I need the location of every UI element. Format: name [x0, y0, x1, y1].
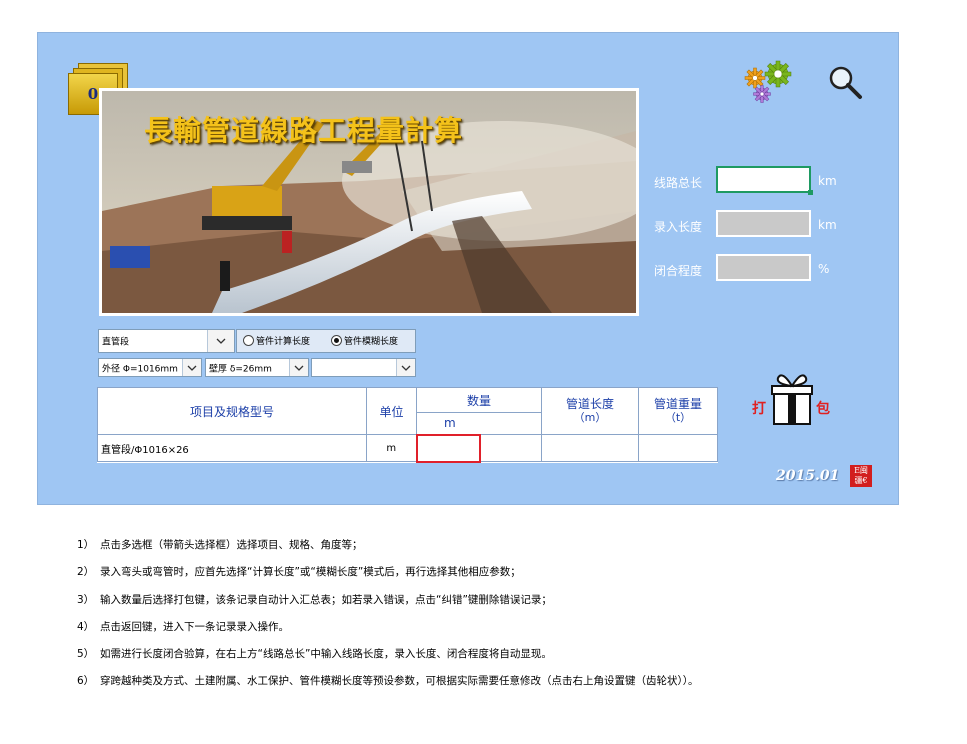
entered-length-field — [716, 210, 811, 237]
header-length: 管道长度 （m） — [541, 387, 639, 435]
instruction-number: 3） — [77, 593, 95, 606]
total-length-label: 线路总长 — [654, 176, 703, 190]
instruction-text: 点击返回键，进入下一条记录录入操作。 — [100, 620, 289, 633]
instructions-list: 1） 点击多选框（带箭头选择框）选择项目、规格、角度等； 2） 录入弯头或弯管时，应… — [77, 537, 699, 701]
brand-logo: E闽 疆€ — [850, 465, 872, 487]
logo-text-bottom: 疆€ — [854, 476, 868, 485]
row-weight — [638, 434, 718, 462]
chevron-down-icon[interactable] — [289, 359, 308, 376]
settings-gear-icon[interactable] — [744, 60, 794, 104]
magnifier-icon[interactable] — [828, 65, 864, 101]
total-length-input[interactable] — [716, 166, 813, 195]
radio-label: 管件模糊长度 — [344, 337, 399, 347]
instruction-text: 输入数量后选择打包键，该条记录自动计入汇总表；如若录入错误，点击“纠错”键删除错… — [100, 593, 552, 606]
header-length-unit: （m） — [573, 411, 607, 424]
instruction-item: 1） 点击多选框（带箭头选择框）选择项目、规格、角度等； — [77, 537, 699, 564]
instruction-number: 5） — [77, 648, 95, 661]
diameter-select-value: 外径 Φ=1016mm — [102, 364, 178, 374]
entered-length-unit: km — [818, 218, 837, 232]
radio-calculated-length[interactable]: 管件计算长度 — [243, 334, 310, 347]
entered-length-label: 录入长度 — [654, 220, 703, 234]
instruction-item: 2） 录入弯头或弯管时，应首先选择“计算长度”或“模糊长度”模式后，再行选择其他相… — [77, 564, 699, 591]
thickness-select[interactable]: 壁厚 δ=26mm — [205, 358, 309, 377]
row-item: 直管段/Φ1016×26 — [97, 434, 367, 462]
header-unit: 单位 — [366, 387, 417, 435]
extra-select[interactable] — [311, 358, 416, 377]
item-select[interactable]: 直管段 — [98, 329, 235, 353]
closure-degree-field — [716, 254, 811, 281]
header-length-label: 管道长度 — [565, 397, 614, 411]
radio-label: 管件计算长度 — [256, 337, 311, 347]
header-quantity: 数量 — [416, 387, 542, 413]
instruction-item: 5） 如需进行长度闭合验算，在右上方“线路总长”中输入线路长度，录入长度、闭合程度… — [77, 646, 699, 673]
banner-image: 長輸管道線路工程量計算 — [99, 88, 639, 316]
diameter-select[interactable]: 外径 Φ=1016mm — [98, 358, 202, 377]
thickness-select-value: 壁厚 δ=26mm — [209, 364, 272, 374]
header-item: 项目及规格型号 — [97, 387, 367, 435]
quantity-table: 项目及规格型号 单位 数量 管道长度 （m） 管道重量 （t） m 直管段/Φ1… — [97, 387, 718, 463]
row-unit: m — [366, 434, 417, 462]
quantity-input[interactable] — [415, 433, 481, 463]
radio-dot[interactable] — [243, 335, 254, 346]
chevron-down-icon[interactable] — [207, 330, 234, 352]
instruction-text: 录入弯头或弯管时，应首先选择“计算长度”或“模糊长度”模式后，再行选择其他相应参… — [100, 566, 521, 579]
pack-label-left: 打 — [752, 401, 766, 417]
instruction-text: 穿跨越种类及方式、土建附属、水工保护、管件模糊长度等预设参数，可根据实际需要任意… — [100, 675, 699, 688]
instruction-item: 6） 穿跨越种类及方式、土建附属、水工保护、管件模糊长度等预设参数，可根据实际需要… — [77, 673, 699, 700]
quantity-cell-2 — [479, 434, 542, 462]
closure-degree-label: 闭合程度 — [654, 264, 703, 278]
instruction-number: 6） — [77, 675, 95, 688]
instruction-number: 4） — [77, 620, 95, 633]
instruction-number: 2） — [77, 566, 95, 579]
header-weight-label: 管道重量 — [653, 397, 702, 411]
instruction-item: 4） 点击返回键，进入下一条记录录入操作。 — [77, 619, 699, 646]
radio-dot-selected[interactable] — [331, 335, 342, 346]
closure-degree-unit: % — [818, 262, 830, 276]
chevron-down-icon[interactable] — [396, 359, 415, 376]
instruction-number: 1） — [77, 539, 95, 551]
length-mode-group: 管件计算长度 管件模糊长度 — [236, 329, 416, 353]
row-length — [541, 434, 639, 462]
header-weight: 管道重量 （t） — [638, 387, 718, 435]
chevron-down-icon[interactable] — [182, 359, 201, 376]
logo-text-top: E闽 — [854, 466, 868, 475]
instruction-text: 点击多选框（带箭头选择框）选择项目、规格、角度等； — [100, 539, 363, 551]
total-length-unit: km — [818, 174, 837, 188]
header-weight-unit: （t） — [664, 411, 692, 424]
radio-fuzzy-length[interactable]: 管件模糊长度 — [331, 334, 398, 347]
banner-title: 長輸管道線路工程量計算 — [144, 114, 464, 147]
instruction-text: 如需进行长度闭合验算，在右上方“线路总长”中输入线路长度，录入长度、闭合程度将自… — [100, 648, 552, 661]
item-select-value: 直管段 — [102, 337, 130, 348]
instruction-item: 3） 输入数量后选择打包键，该条记录自动计入汇总表；如若录入错误，点击“纠错”键删… — [77, 592, 699, 619]
version-date: 2015.01 — [776, 468, 840, 484]
header-quantity-unit: m — [416, 412, 542, 435]
pack-label-right: 包 — [816, 401, 830, 417]
